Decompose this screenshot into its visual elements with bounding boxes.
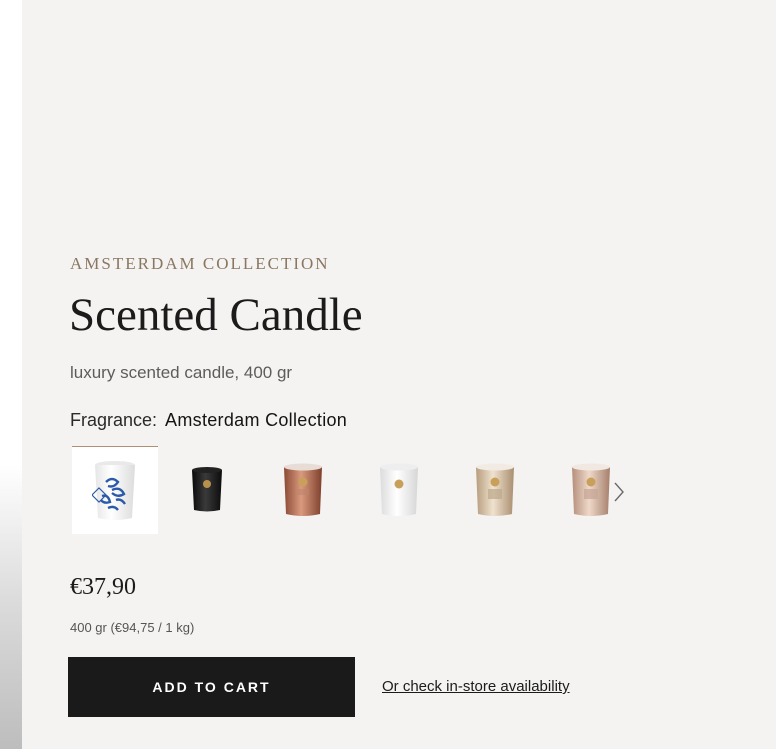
white-blue-delft-candle-icon xyxy=(92,460,135,520)
swatch-amsterdam-collection[interactable] xyxy=(72,446,158,534)
fragrance-label: Fragrance: xyxy=(70,410,158,430)
swatch-champagne[interactable] xyxy=(452,446,538,534)
unit-price: 400 gr (€94,75 / 1 kg) xyxy=(70,620,195,635)
chevron-right-icon[interactable] xyxy=(612,481,626,503)
fragrance-selector: Fragrance: Amsterdam Collection xyxy=(70,410,347,431)
product-subtitle: luxury scented candle, 400 gr xyxy=(70,363,293,382)
copper-candle-icon xyxy=(284,463,322,516)
swatch-black[interactable] xyxy=(164,446,250,534)
swatch-copper[interactable] xyxy=(260,446,346,534)
product-title: Scented Candle xyxy=(69,289,363,341)
black-candle-icon xyxy=(192,467,222,512)
champagne-candle-icon xyxy=(476,463,514,516)
rose-gold-candle-icon xyxy=(572,463,610,516)
browser-edge xyxy=(0,0,22,749)
white-candle-icon xyxy=(380,463,418,516)
fragrance-swatches xyxy=(72,446,632,534)
fragrance-value: Amsterdam Collection xyxy=(165,410,348,430)
swatch-white[interactable] xyxy=(356,446,442,534)
store-availability-link[interactable]: Or check in-store availability xyxy=(382,678,570,695)
add-to-cart-button[interactable]: ADD TO CART xyxy=(68,657,355,717)
product-price: €37,90 xyxy=(70,574,136,600)
collection-eyebrow: AMSTERDAM COLLECTION xyxy=(70,254,330,273)
